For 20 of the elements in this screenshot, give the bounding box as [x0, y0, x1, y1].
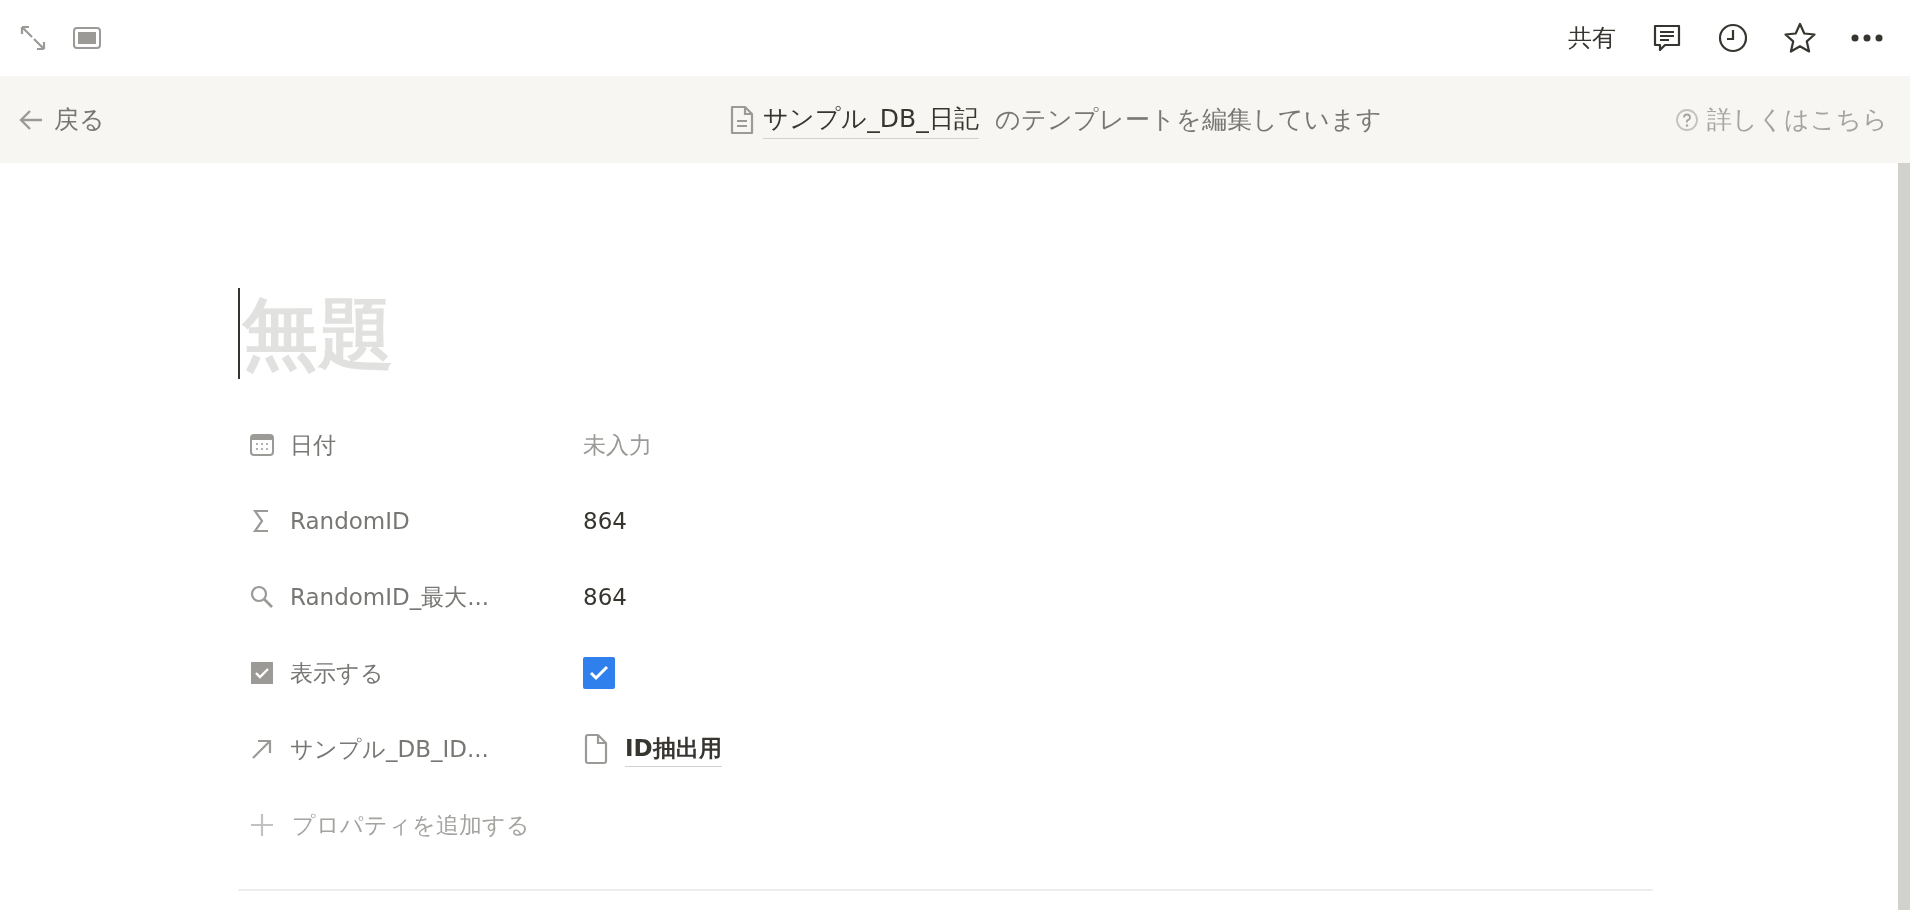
- back-button[interactable]: 戻る: [16, 100, 105, 139]
- property-name[interactable]: RandomID_最大...: [290, 579, 490, 615]
- property-name[interactable]: 日付: [290, 427, 336, 463]
- property-value: 864: [583, 582, 627, 612]
- add-property-button[interactable]: プロパティを追加する: [238, 787, 530, 864]
- help-link[interactable]: 詳しくはこちら: [1675, 100, 1888, 139]
- template-editing-message: のテンプレートを編集しています: [994, 103, 1382, 136]
- page-icon: [583, 733, 609, 766]
- checkbox[interactable]: [583, 657, 615, 690]
- property-name[interactable]: 表示する: [290, 655, 384, 691]
- scrollbar[interactable]: [1898, 163, 1910, 910]
- share-button[interactable]: 共有: [1562, 20, 1622, 56]
- property-name[interactable]: RandomID: [290, 503, 410, 539]
- page-link[interactable]: ID抽出用: [625, 731, 722, 767]
- property-name[interactable]: サンプル_DB_ID...: [290, 731, 489, 767]
- empty-value[interactable]: 未入力: [583, 427, 652, 463]
- property-value: 864: [583, 506, 627, 536]
- document-icon: [729, 103, 756, 136]
- database-link[interactable]: サンプル_DB_日記: [763, 100, 979, 139]
- help-icon: [1675, 107, 1699, 132]
